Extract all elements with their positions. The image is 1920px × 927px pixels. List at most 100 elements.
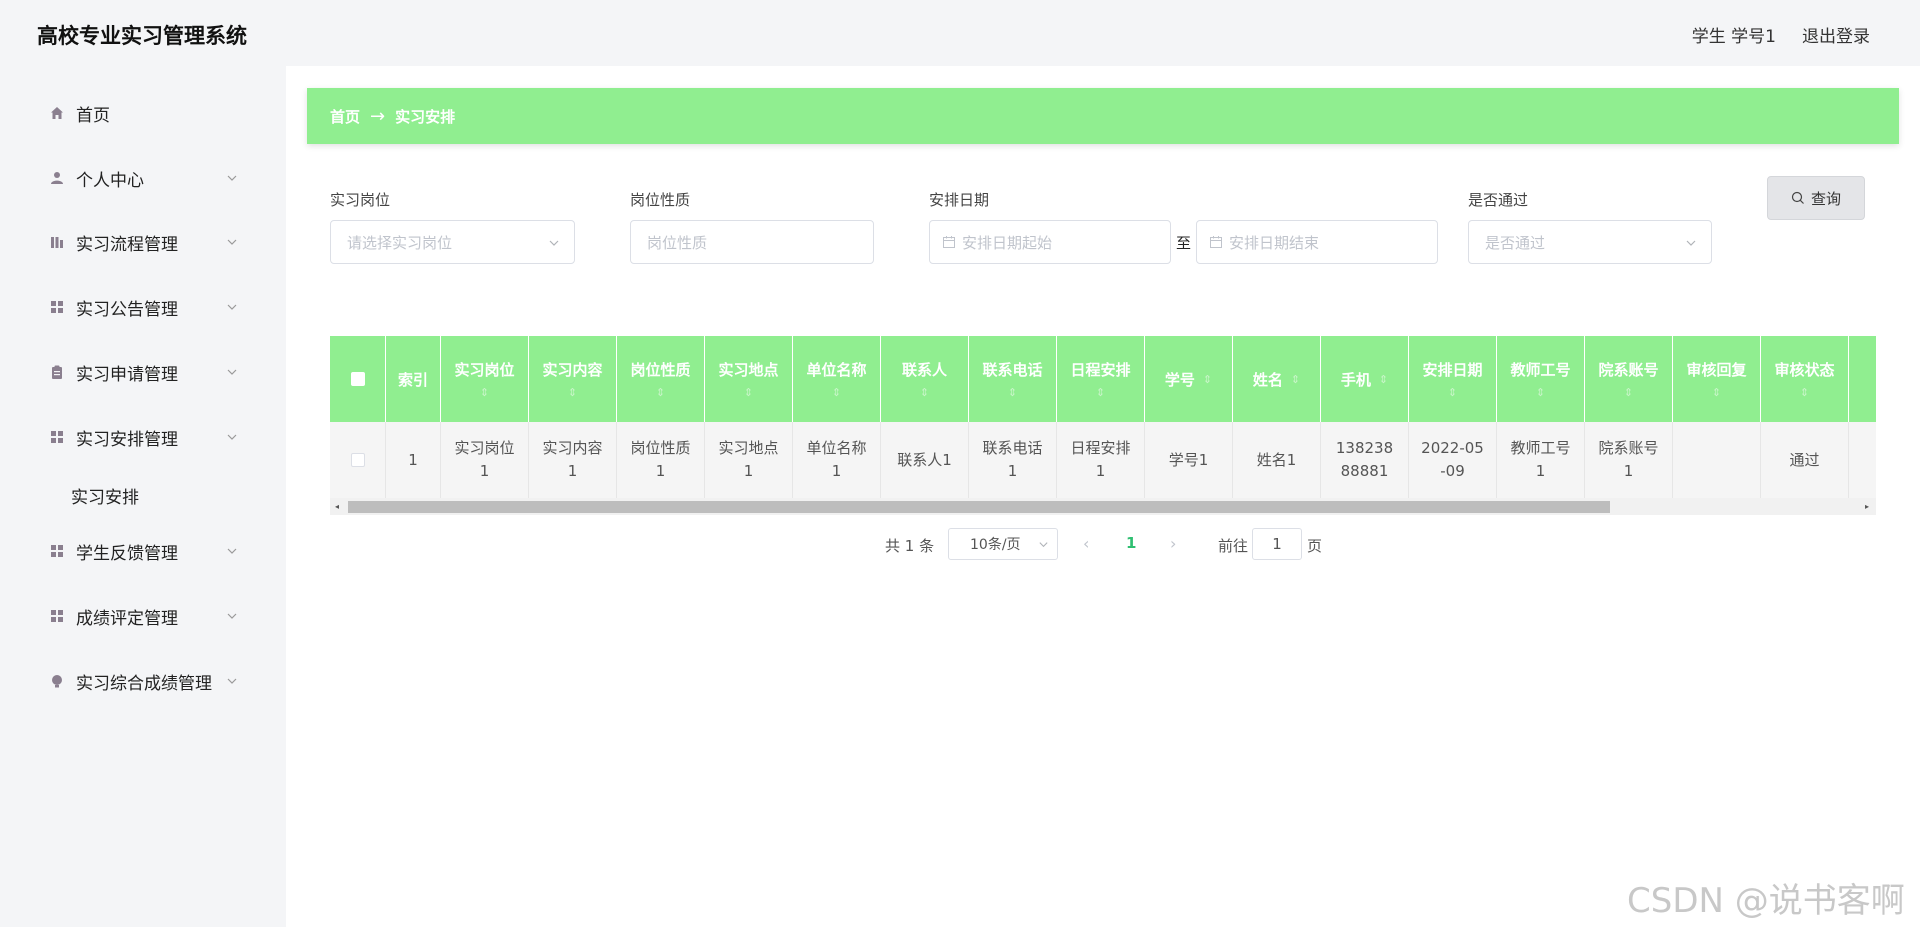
- chevron-down-icon: [1686, 240, 1696, 246]
- breadcrumb: 首页 → 实习安排: [307, 88, 1899, 144]
- sidebar-item-application[interactable]: 实习申请管理: [20, 348, 256, 396]
- cell-text: 院系账号1: [1598, 439, 1659, 480]
- sort-icon[interactable]: ⇕: [1379, 373, 1388, 386]
- column-header[interactable]: 单位名称 ⇕: [793, 336, 881, 422]
- column-header-label: 院系账号: [1598, 361, 1659, 379]
- sort-icon[interactable]: ⇕: [480, 386, 489, 399]
- column-header[interactable]: 实习内容 ⇕: [529, 336, 617, 422]
- column-header[interactable]: 实习岗位 ⇕: [441, 336, 529, 422]
- logout-link[interactable]: 退出登录: [1802, 22, 1870, 47]
- column-header-label: 审核状态: [1774, 361, 1835, 379]
- calendar-icon: [1210, 236, 1222, 248]
- column-header[interactable]: 联系人 ⇕: [881, 336, 969, 422]
- pass-select[interactable]: 是否通过: [1468, 220, 1712, 264]
- sort-icon[interactable]: ⇕: [1712, 386, 1721, 399]
- position-placeholder: 请选择实习岗位: [347, 233, 453, 252]
- sort-icon[interactable]: ⇕: [832, 386, 841, 399]
- column-header-label: 索引: [397, 370, 428, 389]
- user-name[interactable]: 学生 学号1: [1692, 22, 1776, 47]
- table-cell: 教师工号1: [1497, 422, 1585, 498]
- date-end-input[interactable]: 安排日期结束: [1196, 220, 1438, 264]
- scroll-left-icon[interactable]: ◂: [335, 502, 339, 511]
- column-header[interactable]: 院系账号 ⇕: [1585, 336, 1673, 422]
- column-header[interactable]: 安排日期 ⇕: [1409, 336, 1497, 422]
- row-select-cell[interactable]: [330, 422, 386, 498]
- sort-icon[interactable]: ⇕: [568, 386, 577, 399]
- scroll-right-icon[interactable]: ▸: [1865, 502, 1869, 511]
- sidebar-subitem-label: 实习安排: [71, 487, 139, 508]
- column-header-label: 单位名称: [806, 361, 867, 379]
- column-header[interactable]: 岗位性质 ⇕: [617, 336, 705, 422]
- goto-page-input[interactable]: 1: [1252, 528, 1302, 560]
- table-cell: 2022-05-09: [1409, 422, 1497, 498]
- header-select-all[interactable]: [330, 336, 386, 422]
- clipboard-icon: [50, 365, 64, 379]
- column-header[interactable]: 手机 ⇕: [1321, 336, 1409, 422]
- column-header[interactable]: 学号 ⇕: [1145, 336, 1233, 422]
- row-checkbox[interactable]: [350, 453, 365, 467]
- table-cell: 日程安排1: [1057, 422, 1145, 498]
- column-header[interactable]: 索引: [386, 336, 441, 422]
- grid-icon: [50, 300, 64, 314]
- select-all-checkbox[interactable]: [350, 372, 365, 386]
- sidebar-item-arrangement[interactable]: 实习安排管理: [20, 413, 256, 461]
- query-button[interactable]: 查询: [1767, 176, 1865, 220]
- column-header[interactable]: 姓名 ⇕: [1233, 336, 1321, 422]
- column-header[interactable]: 审核回复 ⇕: [1673, 336, 1761, 422]
- table-cell: 13823888881: [1321, 422, 1409, 498]
- sidebar-item-home[interactable]: 首页: [20, 89, 256, 137]
- nature-input[interactable]: 岗位性质: [630, 220, 874, 264]
- table-row[interactable]: 1 实习岗位1 实习内容1 岗位性质1 实习地点1 单位名称1 联系人1 联系电…: [330, 422, 1876, 498]
- sort-icon[interactable]: ⇕: [1624, 386, 1633, 399]
- cell-text: 13823888881: [1335, 439, 1394, 480]
- page-number[interactable]: 1: [1126, 534, 1136, 552]
- date-to-label: 至: [1176, 234, 1192, 252]
- sort-icon[interactable]: ⇕: [1203, 373, 1212, 386]
- column-header[interactable]: 教师工号 ⇕: [1497, 336, 1585, 422]
- column-header[interactable]: 联系电话 ⇕: [969, 336, 1057, 422]
- nature-label: 岗位性质: [630, 191, 691, 209]
- column-header[interactable]: 审核状态 ⇕: [1761, 336, 1849, 422]
- goto-label: 前往: [1218, 537, 1249, 555]
- breadcrumb-arrow-icon: →: [370, 105, 386, 127]
- column-header[interactable]: 实习地点 ⇕: [705, 336, 793, 422]
- sort-icon[interactable]: ⇕: [744, 386, 753, 399]
- position-select[interactable]: 请选择实习岗位: [330, 220, 575, 264]
- prev-page-icon[interactable]: ‹: [1083, 534, 1089, 553]
- column-header[interactable]: 日程安排 ⇕: [1057, 336, 1145, 422]
- table-cell: 实习地点1: [705, 422, 793, 498]
- chevron-down-icon: [227, 369, 237, 375]
- column-header-label: 岗位性质: [630, 361, 691, 379]
- page-size-select[interactable]: 10条/页: [948, 528, 1058, 560]
- sidebar-item-notice[interactable]: 实习公告管理: [20, 283, 256, 331]
- sidebar-item-personal-center[interactable]: 个人中心: [20, 154, 256, 202]
- bulb-icon: [50, 674, 64, 688]
- sidebar-item-overall-grade[interactable]: 实习综合成绩管理: [20, 657, 256, 705]
- sort-icon[interactable]: ⇕: [1008, 386, 1017, 399]
- column-header-label: 联系电话: [982, 361, 1043, 379]
- column-header-label: 实习内容: [542, 361, 603, 379]
- sort-icon[interactable]: ⇕: [1536, 386, 1545, 399]
- sidebar: 首页 个人中心 实习流程管理 实习公告管理 实习申请管理 实习安排管理 实习安排…: [20, 84, 256, 714]
- date-start-input[interactable]: 安排日期起始: [929, 220, 1171, 264]
- cell-text: 岗位性质1: [630, 439, 691, 480]
- next-page-icon[interactable]: ›: [1170, 534, 1176, 553]
- horizontal-scrollbar[interactable]: ◂ ▸: [330, 498, 1876, 515]
- sidebar-item-process[interactable]: 实习流程管理: [20, 218, 256, 266]
- sort-icon[interactable]: ⇕: [1096, 386, 1105, 399]
- sort-icon[interactable]: ⇕: [1800, 386, 1809, 399]
- sort-icon[interactable]: ⇕: [920, 386, 929, 399]
- grid-icon: [50, 430, 64, 444]
- sidebar-item-grading[interactable]: 成绩评定管理: [20, 592, 256, 640]
- sort-icon[interactable]: ⇕: [656, 386, 665, 399]
- sort-icon[interactable]: ⇕: [1291, 373, 1300, 386]
- sort-icon[interactable]: ⇕: [1448, 386, 1457, 399]
- breadcrumb-home[interactable]: 首页: [330, 106, 360, 127]
- grid-icon: [50, 609, 64, 623]
- table-cell: 姓名1: [1233, 422, 1321, 498]
- sidebar-item-label: 实习综合成绩管理: [76, 673, 212, 694]
- sidebar-item-label: 实习安排管理: [76, 429, 178, 450]
- table-cell: 岗位性质1: [617, 422, 705, 498]
- scrollbar-thumb[interactable]: [348, 501, 1610, 513]
- sidebar-subitem-arrangement[interactable]: 实习安排: [20, 475, 256, 515]
